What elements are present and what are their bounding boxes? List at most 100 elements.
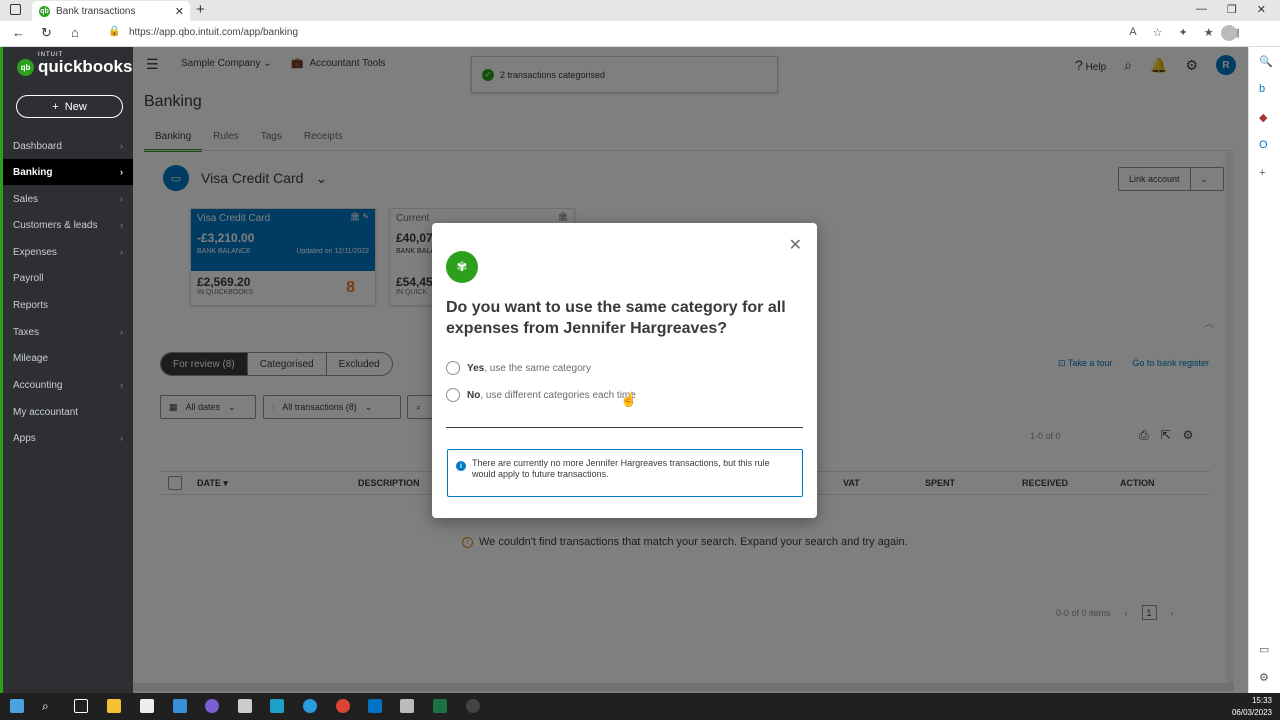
sidebar-item-label: Dashboard	[13, 140, 62, 152]
sidebar-item-reports[interactable]: Reports	[3, 292, 133, 318]
restore-icon[interactable]: ❐	[1227, 3, 1237, 16]
radio-circle[interactable]	[446, 361, 460, 375]
outlook-icon[interactable]: O	[1259, 139, 1268, 151]
app-icon[interactable]	[400, 699, 414, 713]
address-bar: ← ↻ ⌂ 🔒 https://app.qbo.intuit.com/app/b…	[0, 21, 1280, 47]
url-text[interactable]: https://app.qbo.intuit.com/app/banking	[129, 27, 298, 38]
window-controls: — ❐ ✕	[1196, 3, 1266, 16]
sidebar-item-customers[interactable]: Customers & leads ›	[3, 212, 133, 238]
radio-no-bold: No	[467, 389, 481, 401]
clock-time: 15:33	[1251, 696, 1272, 705]
radio-yes-rest: , use the same category	[484, 362, 591, 374]
browser-tab-bar: qb Bank transactions ✕ + — ❐ ✕	[0, 0, 1280, 21]
chevron-right-icon: ›	[120, 247, 123, 257]
search-icon[interactable]: ⌕	[42, 699, 56, 713]
sidebar-item-label: Mileage	[13, 352, 49, 364]
extensions-icon[interactable]: ✦	[1179, 26, 1188, 39]
mail-icon[interactable]	[173, 699, 187, 713]
sidebar-item-banking[interactable]: Banking ›	[3, 159, 133, 185]
minimize-icon[interactable]: —	[1196, 3, 1207, 16]
chevron-right-icon: ›	[120, 380, 123, 390]
home-icon[interactable]: ⌂	[71, 25, 79, 40]
sidebar-item-label: Payroll	[13, 272, 44, 284]
sidebar-item-taxes[interactable]: Taxes ›	[3, 319, 133, 345]
quickbooks-logo-icon: qb	[17, 58, 34, 76]
sidebar-item-label: Banking	[13, 166, 53, 178]
sidebar-item-label: Apps	[13, 432, 36, 444]
new-tab-icon[interactable]: +	[196, 1, 205, 18]
browser-profile-icon[interactable]	[1221, 25, 1237, 41]
info-box: i There are currently no more Jennifer H…	[447, 449, 803, 497]
logo-text: quickbooks	[38, 57, 133, 76]
plus-icon: +	[52, 100, 65, 113]
quickbooks-favicon: qb	[39, 5, 50, 17]
start-icon[interactable]	[10, 699, 24, 713]
tab-title: Bank transactions	[56, 5, 136, 17]
lock-icon[interactable]: 🔒	[108, 26, 120, 37]
search-icon[interactable]: 🔍	[1259, 55, 1273, 68]
new-button[interactable]: + New	[16, 95, 123, 118]
settings-icon[interactable]: ⚙	[1259, 671, 1269, 684]
favorite-icon[interactable]: ☆	[1153, 26, 1163, 39]
sidebar-item-apps[interactable]: Apps ›	[3, 425, 133, 451]
sidebar-item-label: Accounting	[13, 379, 63, 391]
sidebar-item-sales[interactable]: Sales ›	[3, 186, 133, 212]
sidebar: qb INTUIT quickbooks + New Dashboard › Ba…	[0, 47, 133, 693]
new-button-label: New	[64, 100, 87, 113]
file-explorer-icon[interactable]	[107, 699, 121, 713]
sidebar-item-my-accountant[interactable]: My accountant	[3, 399, 133, 425]
sidebar-item-mileage[interactable]: Mileage	[3, 345, 133, 371]
modal-question: Do you want to use the same category for…	[446, 299, 786, 337]
info-text: There are currently no more Jennifer Har…	[472, 458, 770, 479]
task-view-icon[interactable]	[74, 699, 88, 713]
chevron-right-icon: ›	[120, 433, 123, 443]
refresh-icon[interactable]: ↻	[41, 25, 52, 41]
radio-no-rest: , use different categories each time	[480, 389, 636, 401]
edge-icon[interactable]	[303, 699, 317, 713]
excel-icon[interactable]	[433, 699, 447, 713]
sidebar-toggle-icon[interactable]: ▭	[1259, 643, 1269, 656]
back-icon[interactable]: ←	[12, 25, 25, 40]
browser-tab[interactable]: qb Bank transactions ✕	[32, 1, 190, 21]
sidebar-item-dashboard[interactable]: Dashboard ›	[3, 133, 133, 159]
sidebar-item-label: Customers & leads	[13, 219, 98, 231]
app-icon[interactable]	[466, 699, 480, 713]
rule-icon: ✾	[446, 251, 478, 283]
bing-icon[interactable]: b	[1259, 83, 1265, 95]
chevron-right-icon: ›	[120, 167, 123, 177]
read-aloud-icon[interactable]: A	[1129, 26, 1136, 39]
quickbooks-logo[interactable]: qb INTUIT quickbooks	[17, 52, 133, 77]
sidebar-item-accounting[interactable]: Accounting ›	[3, 372, 133, 398]
chevron-right-icon: ›	[120, 141, 123, 151]
logo-intuit: INTUIT	[38, 52, 64, 58]
info-icon: i	[456, 461, 466, 471]
app-icon[interactable]	[205, 699, 219, 713]
chevron-right-icon: ›	[120, 220, 123, 230]
store-icon[interactable]	[140, 699, 154, 713]
add-icon[interactable]: +	[1259, 167, 1265, 179]
close-window-icon[interactable]: ✕	[1257, 3, 1266, 16]
clock[interactable]: 15:33 06/03/2023	[1232, 695, 1272, 719]
category-rule-modal: ✕ ✾ Do you want to use the same category…	[432, 223, 817, 518]
outlook-icon[interactable]	[368, 699, 382, 713]
radio-no[interactable]: No, use different categories each time	[446, 388, 636, 402]
close-icon[interactable]: ✕	[789, 235, 802, 255]
radio-circle[interactable]	[446, 388, 460, 402]
sidebar-item-label: Expenses	[13, 246, 57, 258]
window-menu-icon[interactable]	[10, 4, 21, 15]
chevron-right-icon: ›	[120, 327, 123, 337]
taskbar: ⌕ 15:33 06/03/2023	[0, 693, 1280, 720]
app-icon[interactable]	[238, 699, 252, 713]
radio-yes-label: Yes, use the same category	[467, 363, 591, 374]
app-icon[interactable]	[270, 699, 284, 713]
favorites-icon[interactable]: ★	[1204, 26, 1214, 39]
sidebar-item-payroll[interactable]: Payroll	[3, 265, 133, 291]
chevron-right-icon: ›	[120, 194, 123, 204]
sidebar-item-expenses[interactable]: Expenses ›	[3, 239, 133, 265]
radio-no-label: No, use different categories each time	[467, 390, 636, 401]
radio-yes-bold: Yes	[467, 362, 485, 374]
chrome-icon[interactable]	[336, 699, 350, 713]
tools-icon[interactable]: ◆	[1259, 111, 1267, 124]
close-tab-icon[interactable]: ✕	[175, 5, 184, 18]
radio-yes[interactable]: Yes, use the same category	[446, 361, 591, 375]
